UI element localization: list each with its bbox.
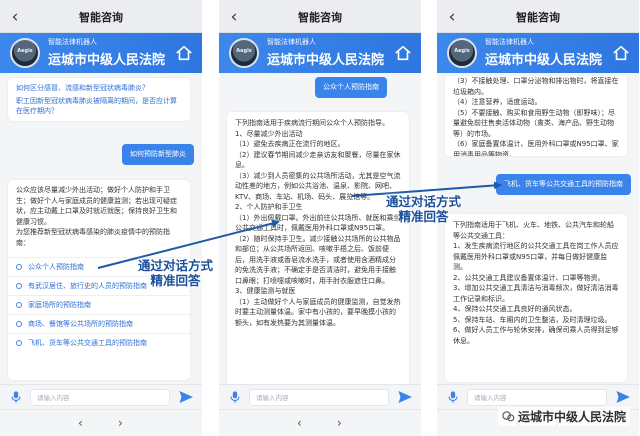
robot-avatar-icon: Aegis xyxy=(229,38,259,68)
bot-answer-text: （3）不接触处理、口罩分泌物和排出物时，将直接在垃圾箱内。 （4）注意营养，适度… xyxy=(453,77,619,156)
faq-card: 如何区分感冒、流感和新型冠状病毒肺炎？ 职工因新型冠状病毒肺炎被隔离的期间，是否… xyxy=(8,78,190,121)
send-icon[interactable] xyxy=(397,389,413,405)
bot-answer-text: 下列指南适用于飞机、火车、地铁、公共汽车和轮船等公共交通工具： 1、发生疾病流行… xyxy=(453,221,619,345)
chat-area: 如何区分感冒、流感和新型冠状病毒肺炎？ 职工因新型冠状病毒肺炎被隔离的期间，是否… xyxy=(0,76,202,384)
user-message-bubble[interactable]: 如何预防新型肺炎 xyxy=(122,144,194,165)
home-icon[interactable] xyxy=(175,44,193,62)
court-header: Aegis 智能法律机器人 运城市中级人民法院 xyxy=(0,33,202,73)
message-input[interactable] xyxy=(467,389,607,406)
robot-label: Aegis xyxy=(17,48,33,54)
title-bar: ‹ 智能咨询 xyxy=(219,0,421,33)
message-input[interactable] xyxy=(249,389,389,406)
court-header: Aegis 智能法律机器人 运城市中级人民法院 xyxy=(219,33,421,73)
option-item[interactable]: 飞机、货车等公共交通工具的预防指南 xyxy=(8,333,190,352)
court-header: Aegis 智能法律机器人 运城市中级人民法院 xyxy=(437,33,639,73)
home-icon[interactable] xyxy=(612,44,630,62)
send-icon[interactable] xyxy=(178,389,194,405)
robot-label: Aegis xyxy=(454,48,470,54)
option-label: 商场、餐馆等公共场所的预防指南 xyxy=(28,320,133,328)
wechat-icon xyxy=(502,411,515,422)
chat-area: （3）不接触处理、口罩分泌物和排出物时，将直接在垃圾箱内。 （4）注意营养，适度… xyxy=(437,76,639,384)
watermark: 运城市中级人民法院 xyxy=(497,407,630,426)
robot-label: Aegis xyxy=(236,48,252,54)
header-title: 运城市中级人民法院 xyxy=(267,53,385,68)
nav-back-icon[interactable]: ‹ xyxy=(78,416,83,430)
option-label: 飞机、货车等公共交通工具的预防指南 xyxy=(28,339,147,347)
radio-circle-icon xyxy=(16,302,22,308)
bottom-nav: ‹ › xyxy=(0,409,202,436)
phone-screen-1: ‹ 智能咨询 Aegis 智能法律机器人 运城市中级人民法院 如何区分感冒、流感… xyxy=(0,0,202,436)
nav-back-icon[interactable]: ‹ xyxy=(297,416,302,430)
user-message-bubble[interactable]: 飞机、货车等公共交通工具的预防指南 xyxy=(496,174,631,195)
bot-answer-card-previous: （3）不接触处理、口罩分泌物和排出物时，将直接在垃圾箱内。 （4）注意营养，适度… xyxy=(445,76,627,156)
microphone-icon[interactable] xyxy=(9,390,23,404)
title-bar: ‹ 智能咨询 xyxy=(0,0,202,33)
input-bar xyxy=(437,384,639,409)
input-bar xyxy=(0,384,202,409)
option-label: 有武汉居住、旅行史的人员的预防指南 xyxy=(28,282,147,290)
header-subtitle: 智能法律机器人 xyxy=(267,38,316,46)
send-icon[interactable] xyxy=(615,389,631,405)
annotation-label: 通过对话方式 精准回答 xyxy=(386,194,462,224)
header-title: 运城市中级人民法院 xyxy=(48,53,166,68)
annotation-label: 通过对话方式 精准回答 xyxy=(138,258,214,288)
watermark-text: 运城市中级人民法院 xyxy=(517,410,626,424)
window-title: 智能咨询 xyxy=(516,11,560,24)
annotation-text-2: 通过对话方式 精准回答 xyxy=(386,194,461,224)
radio-circle-icon xyxy=(16,283,22,289)
window-title: 智能咨询 xyxy=(79,11,123,24)
microphone-icon[interactable] xyxy=(446,390,460,404)
radio-circle-icon xyxy=(16,264,22,270)
message-input[interactable] xyxy=(30,389,170,406)
robot-avatar-icon: Aegis xyxy=(10,38,40,68)
nav-forward-icon[interactable]: › xyxy=(337,416,342,430)
option-item[interactable]: 商场、餐馆等公共场所的预防指南 xyxy=(8,314,190,333)
bottom-nav: ‹ › xyxy=(219,409,421,436)
window-title: 智能咨询 xyxy=(298,11,342,24)
user-message-bubble[interactable]: 公众个人预防指南 xyxy=(315,77,387,98)
faq-link[interactable]: 职工因新型冠状病毒肺炎被隔离的期间，是否应计算在医疗期内？ xyxy=(16,96,182,116)
bot-answer-text: 公众应该尽量减少外出活动；做好个人防护和手卫生；做好个人与家庭成员的健康监测；若… xyxy=(16,186,177,247)
bot-answer-card: 下列指南适用于疾病流行期间公众个人预防指导。 1、尽量减少外出活动 （1）避免去… xyxy=(227,112,409,384)
annotation-text-1: 通过对话方式 精准回答 xyxy=(138,258,213,288)
microphone-icon[interactable] xyxy=(228,390,242,404)
option-label: 家庭场所的预防指南 xyxy=(28,301,91,309)
radio-circle-icon xyxy=(16,321,22,327)
header-title: 运城市中级人民法院 xyxy=(485,53,603,68)
option-item[interactable]: 家庭场所的预防指南 xyxy=(8,295,190,314)
option-label: 公众个人预防指南 xyxy=(28,263,84,271)
faq-link[interactable]: 如何区分感冒、流感和新型冠状病毒肺炎？ xyxy=(16,83,182,93)
chat-area: 公众个人预防指南 下列指南适用于疾病流行期间公众个人预防指导。 1、尽量减少外出… xyxy=(219,76,421,384)
title-bar: ‹ 智能咨询 xyxy=(437,0,639,33)
header-subtitle: 智能法律机器人 xyxy=(485,38,534,46)
input-bar xyxy=(219,384,421,409)
home-icon[interactable] xyxy=(394,44,412,62)
radio-circle-icon xyxy=(16,340,22,346)
header-subtitle: 智能法律机器人 xyxy=(48,38,97,46)
phone-screen-3: ‹ 智能咨询 Aegis 智能法律机器人 运城市中级人民法院 （3）不接触处理、… xyxy=(437,0,639,436)
robot-avatar-icon: Aegis xyxy=(447,38,477,68)
bot-answer-text: 下列指南适用于疾病流行期间公众个人预防指导。 1、尽量减少外出活动 （1）避免去… xyxy=(235,119,401,327)
nav-forward-icon[interactable]: › xyxy=(118,416,123,430)
bot-answer-card: 下列指南适用于飞机、火车、地铁、公共汽车和轮船等公共交通工具： 1、发生疾病流行… xyxy=(445,214,627,382)
